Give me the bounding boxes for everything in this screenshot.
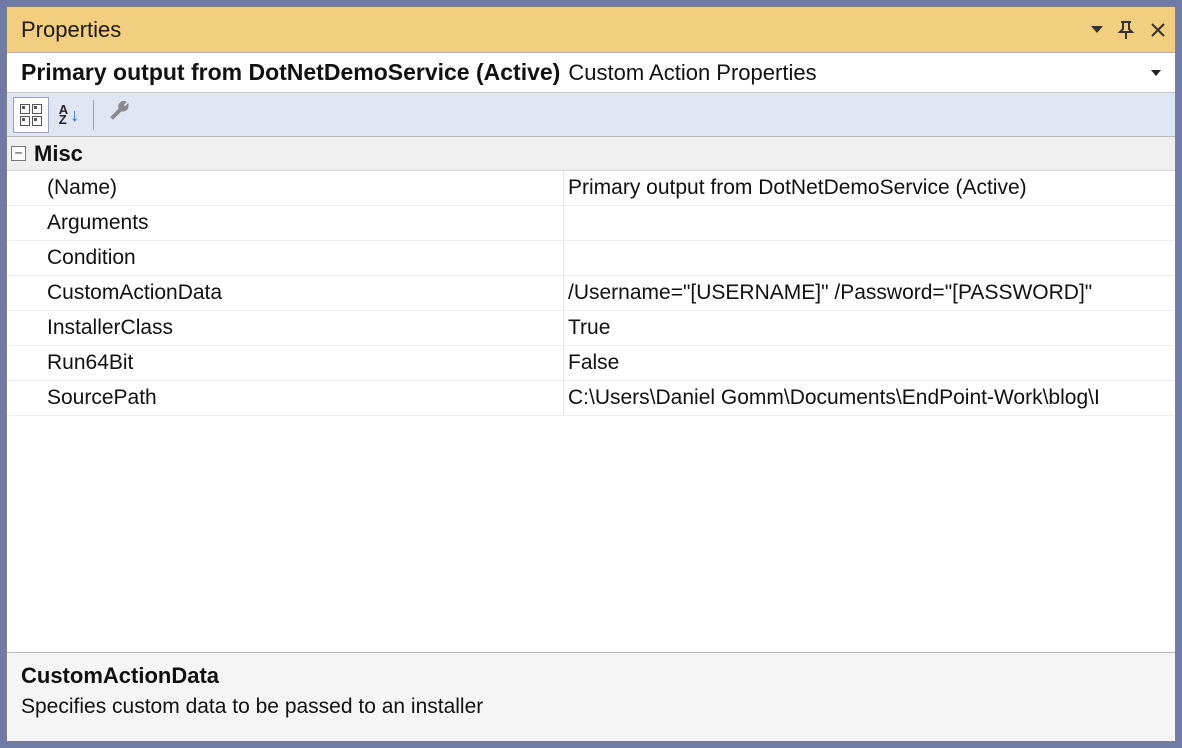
property-toolbar: AZ↓ [7,93,1175,137]
property-name-installer[interactable]: InstallerClass [7,311,564,346]
property-value-arguments[interactable] [564,206,1175,241]
property-name-customdata[interactable]: CustomActionData [7,276,564,311]
description-pane: CustomActionData Specifies custom data t… [7,652,1175,741]
property-value-srcpath: C:\Users\Daniel Gomm\Documents\EndPoint-… [564,381,1175,416]
property-name-srcpath[interactable]: SourcePath [7,381,564,416]
property-pages-button[interactable] [102,97,138,133]
object-selector[interactable]: Primary output from DotNetDemoService (A… [7,53,1175,93]
grid-empty-area [7,416,1175,652]
properties-panel: Properties Primary output from DotNetDem… [6,6,1176,742]
property-grid: (Name)Primary output from DotNetDemoServ… [7,171,1175,416]
property-value-condition[interactable] [564,241,1175,276]
wrench-icon [108,100,132,130]
property-value-run64[interactable]: False [564,346,1175,381]
collapse-icon[interactable]: − [11,146,26,161]
close-icon[interactable] [1149,21,1167,39]
categorized-button[interactable] [13,97,49,133]
window-options-dropdown-icon[interactable] [1091,26,1103,33]
object-selector-dropdown-icon[interactable] [1151,70,1161,76]
property-name-name[interactable]: (Name) [7,171,564,206]
property-name-arguments[interactable]: Arguments [7,206,564,241]
property-value-customdata[interactable]: /Username="[USERNAME]" /Password="[PASSW… [564,276,1175,311]
alphabetical-button[interactable]: AZ↓ [51,97,87,133]
property-name-condition[interactable]: Condition [7,241,564,276]
category-row-misc[interactable]: − Misc [7,137,1175,171]
property-name-run64[interactable]: Run64Bit [7,346,564,381]
sort-az-icon: AZ↓ [59,105,79,125]
object-type: Custom Action Properties [568,60,816,86]
pin-icon[interactable] [1117,20,1135,40]
property-value-installer[interactable]: True [564,311,1175,346]
toolbar-separator [93,100,94,130]
titlebar-title: Properties [21,17,121,43]
property-value-name: Primary output from DotNetDemoService (A… [564,171,1175,206]
description-text: Specifies custom data to be passed to an… [21,695,1161,719]
titlebar-controls [1091,20,1167,40]
categorized-icon [20,104,42,126]
object-name: Primary output from DotNetDemoService (A… [21,59,560,86]
titlebar: Properties [7,7,1175,53]
category-label: Misc [34,141,83,167]
description-title: CustomActionData [21,663,1161,689]
